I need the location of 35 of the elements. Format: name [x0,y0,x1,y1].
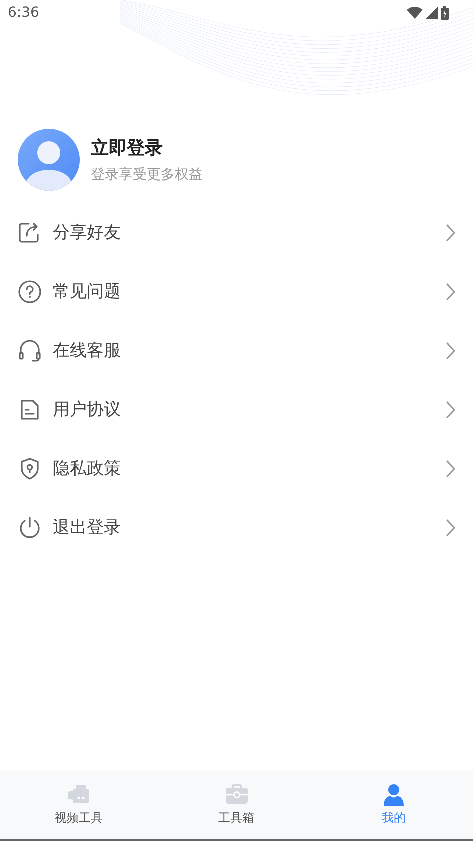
toolbox-icon [224,783,248,807]
clock: 6:36 [8,5,40,21]
login-subtitle: 登录享受更多权益 [91,166,203,184]
power-icon [18,516,42,540]
battery-icon [441,6,449,20]
document-icon [18,398,42,422]
chevron-right-icon [446,460,456,478]
chevron-right-icon [446,518,456,536]
chevron-right-icon [446,400,456,418]
menu-item[interactable]: 常见问题 [0,262,473,321]
menu-label: 分享好友 [53,222,121,244]
wifi-icon [407,7,423,19]
menu-item[interactable]: 隐私政策 [0,439,473,498]
menu-item[interactable]: 退出登录 [0,498,473,557]
login-title[interactable]: 立即登录 [91,136,203,160]
nav-tab[interactable]: 工具箱 [158,771,316,839]
share-icon [18,220,42,244]
chevron-right-icon [446,342,456,360]
menu-item[interactable]: 分享好友 [0,203,473,262]
headset-icon [18,338,42,362]
shield-icon [18,456,42,480]
signal-icon [426,7,438,19]
menu-label: 隐私政策 [53,458,121,480]
menu-label: 退出登录 [53,517,121,539]
chevron-right-icon [446,282,456,300]
chevron-right-icon [446,224,456,242]
menu-item[interactable]: 用户协议 [0,380,473,439]
menu-label: 在线客服 [53,340,121,362]
nav-tab[interactable]: 视频工具 [0,771,158,839]
menu-label: 常见问题 [53,281,121,303]
help-icon [18,280,42,304]
menu-item[interactable]: 在线客服 [0,321,473,380]
nav-tab[interactable]: 我的 [315,771,473,839]
person-icon [382,783,406,807]
menu-label: 用户协议 [53,399,121,421]
